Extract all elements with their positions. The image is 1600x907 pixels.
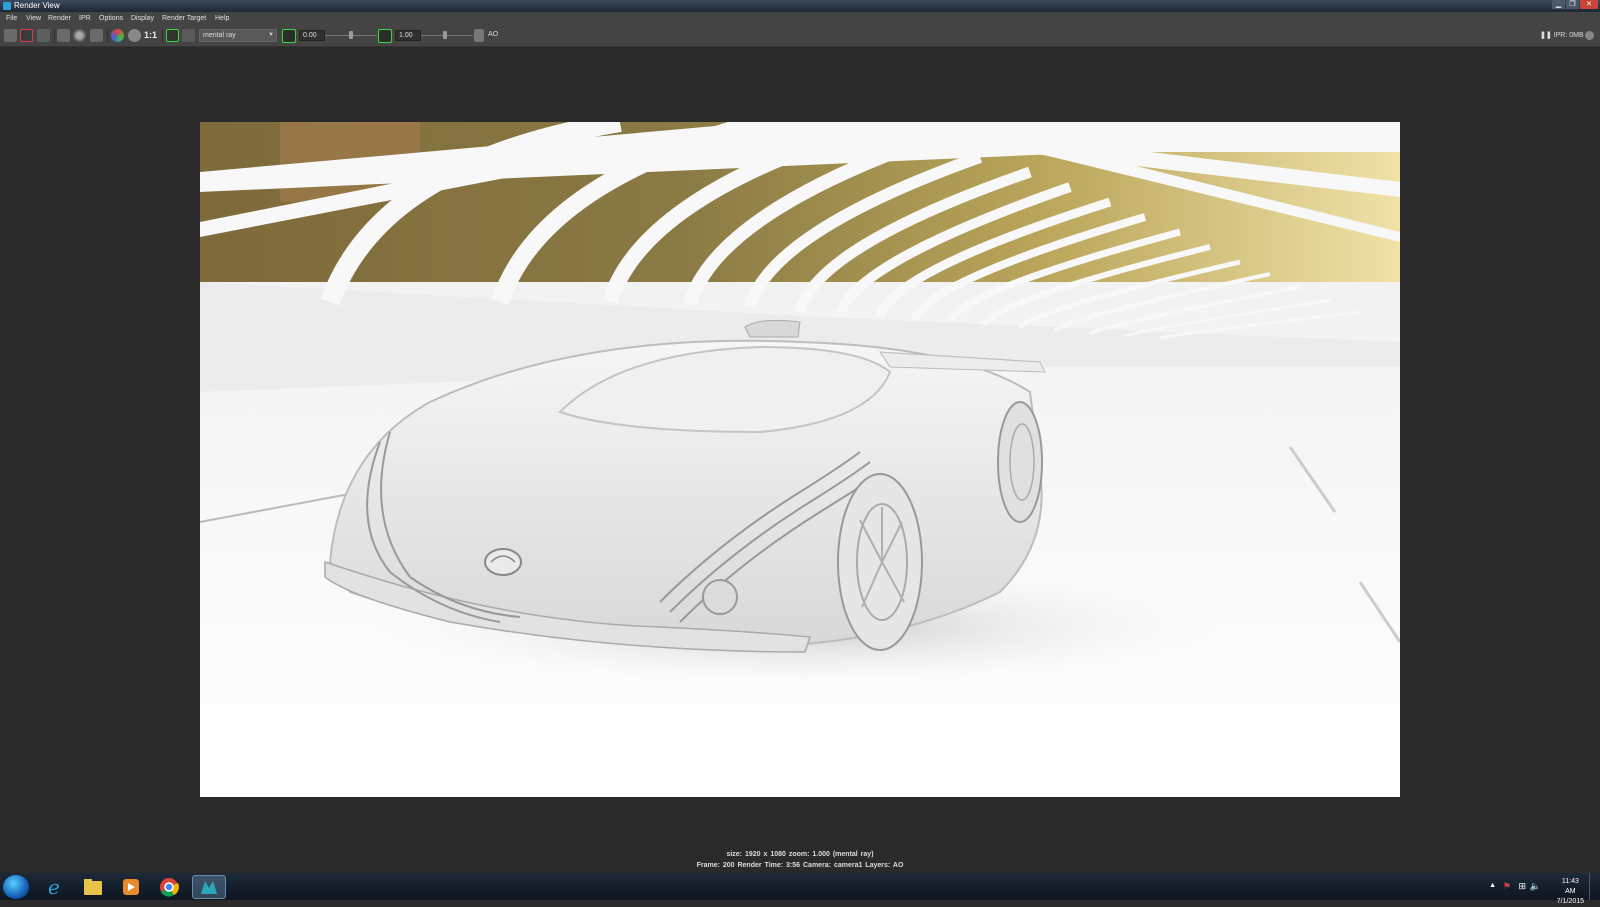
action-center-flag-icon[interactable]: ⚑ xyxy=(1503,881,1511,892)
internet-explorer-icon[interactable]: e xyxy=(40,875,70,899)
chrome-icon[interactable] xyxy=(154,875,184,899)
ipr-memory-value: IPR: 0MB xyxy=(1553,32,1584,39)
close-button[interactable]: ✕ xyxy=(1580,0,1598,9)
windows-taskbar: e ▲ ⚑ ⊞ 🔈 11:43 AM 7/1/2015 xyxy=(0,873,1600,905)
mazda-logo-icon xyxy=(484,548,522,576)
alpha-channel-icon[interactable] xyxy=(128,29,141,42)
fog-light xyxy=(702,579,738,615)
windows-start-icon[interactable] xyxy=(3,875,29,899)
render-toolbar: 1:1 mental ray ▼ 0.00 1.00 AO ❚❚ IPR: 0M… xyxy=(0,26,1600,47)
menu-render-target[interactable]: Render Target xyxy=(162,12,206,26)
chevron-down-icon: ▼ xyxy=(268,32,274,38)
real-size-button[interactable]: 1:1 xyxy=(144,30,157,40)
exposure-icon[interactable] xyxy=(282,29,296,43)
maximize-button[interactable]: ❐ xyxy=(1566,0,1579,9)
menu-help[interactable]: Help xyxy=(215,12,229,26)
renderer-select[interactable]: mental ray ▼ xyxy=(199,29,277,42)
volume-icon[interactable]: 🔈 xyxy=(1530,881,1541,892)
render-image[interactable] xyxy=(200,122,1400,797)
svg-text:e: e xyxy=(48,875,60,899)
render-layer-label[interactable]: AO xyxy=(488,31,498,38)
menu-bar: File View Render IPR Options Display Ren… xyxy=(0,12,1600,26)
maya-taskbar-icon[interactable] xyxy=(192,875,226,899)
menu-view[interactable]: View xyxy=(26,12,41,26)
window-controls: ▁ ❐ ✕ xyxy=(1552,0,1598,10)
exposure-slider[interactable] xyxy=(325,31,377,39)
file-explorer-icon[interactable] xyxy=(78,875,108,899)
render-info-line1: size: 1920 x 1080 zoom: 1.000 (mental ra… xyxy=(726,851,874,858)
clock[interactable]: 11:43 AM 7/1/2015 xyxy=(1557,877,1584,907)
redo-render-icon[interactable] xyxy=(4,29,17,42)
show-desktop-button[interactable] xyxy=(1589,873,1600,900)
minimize-button[interactable]: ▁ xyxy=(1552,0,1565,9)
refresh-ipr-icon[interactable] xyxy=(73,29,86,42)
tray-expand-icon[interactable]: ▲ xyxy=(1489,882,1496,889)
ipr-memory-label: ❚❚ IPR: 0MB xyxy=(1540,31,1584,39)
menu-render[interactable]: Render xyxy=(48,12,71,26)
layers-icon[interactable] xyxy=(474,29,484,42)
menu-display[interactable]: Display xyxy=(131,12,154,26)
window-title: Render View xyxy=(14,1,60,10)
ipr-render-icon[interactable] xyxy=(90,29,103,42)
exposure-field[interactable]: 0.00 xyxy=(299,30,325,41)
rendered-car-scene xyxy=(200,122,1400,797)
rear-wheel xyxy=(997,401,1043,523)
gamma-field[interactable]: 1.00 xyxy=(395,30,421,41)
menu-options[interactable]: Options xyxy=(99,12,123,26)
renderer-select-value: mental ray xyxy=(203,32,236,39)
gamma-slider[interactable] xyxy=(421,31,473,39)
clock-time: 11:43 AM xyxy=(1561,878,1579,895)
menu-file[interactable]: File xyxy=(6,12,17,26)
network-icon[interactable]: ⊞ xyxy=(1518,881,1526,892)
keep-image-icon[interactable] xyxy=(166,29,179,42)
render-region-icon[interactable] xyxy=(57,29,70,42)
rgb-channels-icon[interactable] xyxy=(111,29,124,42)
gamma-icon[interactable] xyxy=(378,29,392,43)
remove-image-icon[interactable] xyxy=(182,29,195,42)
front-wheel xyxy=(837,473,923,651)
exposure-slider-knob[interactable] xyxy=(349,31,353,39)
pause-icon[interactable]: ❚❚ xyxy=(1540,32,1552,39)
window-titlebar[interactable]: Render View ▁ ❐ ✕ xyxy=(0,0,1600,12)
clock-date: 7/1/2015 xyxy=(1556,898,1584,905)
menu-ipr[interactable]: IPR xyxy=(79,12,91,26)
media-player-icon[interactable] xyxy=(116,875,146,899)
gamma-slider-knob[interactable] xyxy=(443,31,447,39)
stop-render-icon[interactable] xyxy=(20,29,33,42)
maya-app-icon xyxy=(3,2,11,10)
snapshot-icon[interactable] xyxy=(37,29,50,42)
ipr-status-icon xyxy=(1585,31,1594,40)
render-info-line2: Frame: 200 Render Time: 3:56 Camera: cam… xyxy=(696,862,904,869)
